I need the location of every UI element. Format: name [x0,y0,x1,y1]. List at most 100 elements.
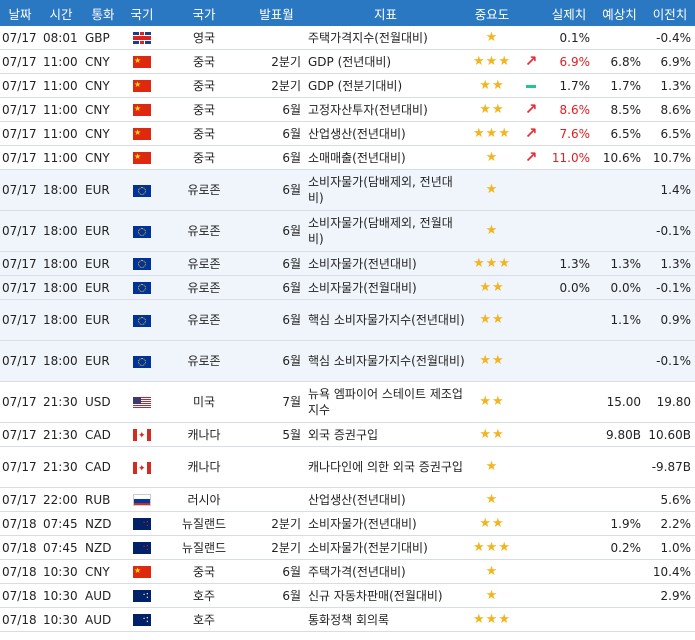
table-row[interactable]: 07/17 18:00 EUR 유로존 6월 소비자물가(담배제외, 전월대비) ★ -0.1… [0,210,695,252]
importance-stars: ★★★ [466,535,518,560]
indicator-cell[interactable]: 신규 자동차판매(전월대비) [305,583,466,608]
table-row[interactable]: 07/17 18:00 EUR 유로존 6월 핵심 소비자물가지수(전년대비) ★★ 1.1%… [0,299,695,341]
col-header-currency[interactable]: 통화 [82,0,124,26]
indicator-cell[interactable]: 캐나다인에 의한 외국 증권구입 [305,446,466,488]
time-cell: 21:30 [40,422,82,447]
table-row[interactable]: 07/17 08:01 GBP 영국 주택가격지수(전월대비) ★ 0.1% -0.4% [0,26,695,50]
actual-cell [544,583,594,608]
table-row[interactable]: 07/1721:30CAD 캐나다5월외국 증권구입★★ 9.80B10.60B [0,422,695,447]
trend-cell [518,340,544,382]
importance-stars: ★★ [466,511,518,536]
col-header-actual[interactable]: 실제치 [544,0,594,26]
actual-cell [544,535,594,560]
trend-cell [518,210,544,252]
table-row[interactable]: 07/17 18:00 EUR 유로존 6월 핵심 소비자물가지수(전월대비) ★★ -0.1… [0,340,695,382]
date-cell: 07/17 [0,487,40,512]
au-flag-icon [133,614,151,626]
col-header-date[interactable]: 날짜 [0,0,40,26]
previous-cell: 1.0% [645,535,695,560]
importance-stars: ★★ [466,340,518,382]
indicator-cell[interactable]: 핵심 소비자물가지수(전월대비) [305,340,466,382]
country-cell: 캐나다 [160,446,248,488]
table-row[interactable]: 07/1810:30CNY 중국6월주택가격(전년대비)★ 10.4% [0,559,695,584]
currency-cell: CAD [82,446,124,488]
eu-flag-icon [133,225,151,238]
forecast-cell: 1.3% [594,251,645,276]
trend-up-icon: ↗ [524,124,538,142]
indicator-cell[interactable]: 소비자물가(전월대비) [305,275,466,300]
flag-cell [124,535,160,560]
importance-stars: ★★★ [466,121,518,146]
table-row[interactable]: 07/17 18:00 EUR 유로존 6월 소비자물가(전월대비) ★★ 0.0% 0.0% -… [0,275,695,300]
importance-stars: ★★ [466,97,518,122]
date-cell: 07/17 [0,446,40,488]
currency-cell: NZD [82,535,124,560]
table-row[interactable]: 07/1721:30CAD 캐나다 캐나다인에 의한 외국 증권구입★ -9.87B [0,446,695,488]
indicator-cell[interactable]: 주택가격지수(전월대비) [305,26,466,50]
previous-cell: 5.6% [645,487,695,512]
currency-cell: CNY [82,49,124,74]
importance-stars: ★★ [466,275,518,300]
col-header-flag[interactable]: 국기 [124,0,160,26]
table-row[interactable]: 07/17 18:00 EUR 유로존 6월 소비자물가(담배제외, 전년대비) ★ 1.4% [0,169,695,211]
table-row[interactable]: 07/17 22:00 RUB 러시아 산업생산(전년대비) ★ 5.6% [0,487,695,512]
country-cell: 호주 [160,583,248,608]
table-row[interactable]: 07/1711:00CNY 중국2분기GDP (전년대비)★★★ ↗ 6.9%6.8%… [0,49,695,74]
indicator-cell[interactable]: 소비자물가(담배제외, 전월대비) [305,210,466,252]
indicator-cell[interactable]: 핵심 소비자물가지수(전년대비) [305,299,466,341]
period-cell: 6월 [248,169,305,211]
indicator-cell[interactable]: 소비자물가(전분기대비) [305,535,466,560]
table-row[interactable]: 07/1810:30AUD 호주 통화정책 회의록★★★ [0,607,695,632]
previous-cell: 10.4% [645,559,695,584]
indicator-cell[interactable]: 통화정책 회의록 [305,607,466,632]
indicator-cell[interactable]: 소매매출(전년대비) [305,145,466,170]
col-header-time[interactable]: 시간 [40,0,82,26]
previous-cell: 6.9% [645,49,695,74]
indicator-cell[interactable]: GDP (전분기대비) [305,73,466,98]
col-header-country[interactable]: 국가 [160,0,248,26]
indicator-cell[interactable]: 소비자물가(전년대비) [305,511,466,536]
indicator-cell[interactable]: 소비자물가(전년대비) [305,251,466,276]
flag-cell [124,210,160,252]
country-cell: 유로존 [160,299,248,341]
previous-cell: -9.87B [645,446,695,488]
indicator-cell[interactable]: 산업생산(전년대비) [305,121,466,146]
eu-flag-icon [133,282,151,294]
indicator-cell[interactable]: 고정자산투자(전년대비) [305,97,466,122]
table-row[interactable]: 07/17 21:30 USD 미국 7월 뉴욕 엠파이어 스테이트 제조업 지수 ★★ 15… [0,381,695,423]
table-row[interactable]: 07/17 18:00 EUR 유로존 6월 소비자물가(전년대비) ★★★ 1.3% 1.3%… [0,251,695,276]
time-cell: 22:00 [40,487,82,512]
col-header-previous[interactable]: 이전치 [645,0,695,26]
previous-cell: 2.2% [645,511,695,536]
table-row[interactable]: 07/1810:30AUD 호주6월신규 자동차판매(전월대비)★ 2.9% [0,583,695,608]
time-cell: 11:00 [40,73,82,98]
time-cell: 10:30 [40,583,82,608]
indicator-cell[interactable]: 소비자물가(담배제외, 전년대비) [305,169,466,211]
flag-cell [124,169,160,211]
col-header-forecast[interactable]: 예상치 [594,0,645,26]
flag-cell [124,145,160,170]
indicator-cell[interactable]: GDP (전년대비) [305,49,466,74]
col-header-period[interactable]: 발표월 [248,0,305,26]
indicator-cell[interactable]: 뉴욕 엠파이어 스테이트 제조업 지수 [305,381,466,423]
table-row[interactable]: 07/1711:00CNY 중국6월소매매출(전년대비)★ ↗ 11.0%10.6%1… [0,145,695,170]
table-row[interactable]: 07/1711:00CNY 중국6월고정자산투자(전년대비)★★ ↗ 8.6%8.5%… [0,97,695,122]
country-cell: 유로존 [160,251,248,276]
forecast-cell: 8.5% [594,97,645,122]
indicator-cell[interactable]: 산업생산(전년대비) [305,487,466,512]
col-header-importance[interactable]: 중요도 [466,0,518,26]
gb-flag-icon [133,32,151,44]
table-row[interactable]: 07/1807:45NZD 뉴질랜드2분기소비자물가(전분기대비)★★★ 0.2%1… [0,535,695,560]
importance-stars: ★ [466,559,518,584]
indicator-cell[interactable]: 외국 증권구입 [305,422,466,447]
trend-up-icon: ↗ [524,52,538,70]
table-row[interactable]: 07/1711:00CNY중국2분기GDP (전분기대비)★★1.7%1.7%1… [0,73,695,98]
flag-cell [124,275,160,300]
indicator-cell[interactable]: 주택가격(전년대비) [305,559,466,584]
previous-cell: -0.1% [645,275,695,300]
table-row[interactable]: 07/1807:45NZD 뉴질랜드2분기소비자물가(전년대비)★★ 1.9%2.2… [0,511,695,536]
forecast-cell [594,210,645,252]
col-header-indicator[interactable]: 지표 [305,0,466,26]
table-row[interactable]: 07/1711:00CNY중국6월산업생산(전년대비)★★★↗7.6%6.5%6… [0,121,695,146]
time-cell: 18:00 [40,251,82,276]
